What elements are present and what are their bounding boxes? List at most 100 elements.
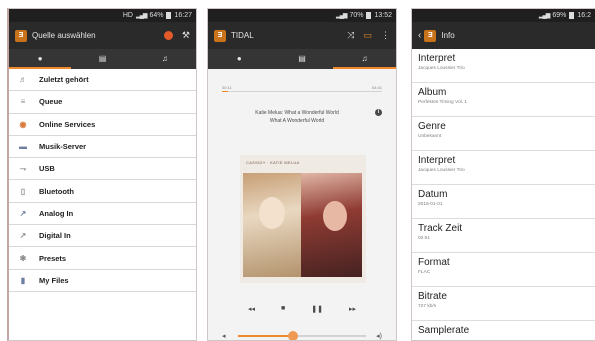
tab-list[interactable]: ▤ — [271, 49, 334, 69]
my-files-icon: ▮ — [20, 275, 26, 285]
menu-item-label: Queue — [39, 97, 63, 107]
menu-item-presets[interactable]: ✱ Presets — [9, 247, 196, 270]
menu-item-online-services[interactable]: ◉ Online Services — [9, 114, 196, 136]
home-icon: ● — [236, 53, 242, 63]
info-value: 02:51 — [418, 236, 431, 241]
tab-list[interactable]: ▤ — [71, 49, 133, 69]
status-bar: HD ▂▄▆ 64% 16:27 — [9, 9, 196, 22]
signal-icon: ▂▄▆ — [538, 13, 551, 19]
bluetooth-icon: ▯ — [20, 186, 26, 196]
next-icon[interactable]: ▸▸ — [349, 305, 356, 313]
info-item[interactable]: Samplerate — [412, 321, 595, 340]
menu-item-my-files[interactable]: ▮ My Files — [9, 270, 196, 292]
battery-percent: 64% — [149, 12, 164, 19]
network-label: HD — [122, 12, 133, 19]
pause-icon[interactable]: ❚❚ — [311, 305, 323, 313]
stop-icon[interactable]: ■ — [281, 305, 285, 313]
app-logo-icon[interactable]: Ǝ — [214, 29, 226, 42]
music-note-icon: ♫ — [361, 53, 368, 63]
shuffle-icon[interactable]: ⤨ — [347, 30, 354, 41]
tab-music[interactable]: ♫ — [333, 49, 396, 69]
cover-header-text: CASSIDY · KATIE MELUA — [246, 160, 300, 165]
tab-home[interactable]: ● — [9, 49, 72, 69]
volume-thumb[interactable] — [287, 331, 298, 340]
source-menu: ♬ Zuletzt gehört ≡ Queue ◉ Online Services ▬ Mu… — [9, 69, 196, 292]
app-bar: ‹ Ǝ Info — [412, 22, 595, 49]
info-value: FLAC — [418, 270, 431, 275]
phone-source-select: HD ▂▄▆ 64% 16:27 Ǝ Quelle auswählen ⚒ ● … — [7, 8, 197, 341]
info-icon[interactable]: i — [375, 109, 382, 116]
menu-item-queue[interactable]: ≡ Queue — [9, 91, 196, 114]
cast-icon[interactable]: ▭ — [363, 30, 372, 41]
status-bar: ▂▄▆ 70% 13:52 — [208, 9, 396, 22]
progress-times: 00:11 04:41 — [222, 85, 382, 90]
app-logo-icon[interactable]: Ǝ — [15, 29, 27, 42]
progress-fill — [222, 91, 229, 92]
cover-face-right — [323, 201, 347, 231]
online-services-icon: ◉ — [19, 119, 27, 129]
info-label: Bitrate — [418, 291, 447, 302]
info-value: 2015-01-01 — [418, 202, 443, 207]
music-note-icon: ♫ — [161, 53, 168, 63]
menu-item-analog-in[interactable]: ↗ Analog In — [9, 203, 196, 226]
queue-icon: ≡ — [20, 97, 26, 107]
info-item[interactable]: Format FLAC — [412, 253, 595, 287]
info-value: Jacques Loussier Trio — [418, 66, 465, 71]
info-item[interactable]: Datum 2015-01-01 — [412, 185, 595, 219]
tab-music[interactable]: ♫ — [134, 49, 196, 69]
menu-item-digital-in[interactable]: ↗ Digital In — [9, 225, 196, 248]
track-line-1: Katie Melua: What a Wonderful World — [255, 110, 339, 116]
menu-item-musik-server[interactable]: ▬ Musik-Server — [9, 136, 196, 159]
info-item[interactable]: Interpret Jacques Loussier Trio — [412, 151, 595, 185]
volume-low-icon[interactable]: ◂ — [222, 332, 226, 340]
cover-face-left — [259, 197, 285, 229]
menu-item-label: Zuletzt gehört — [39, 75, 89, 85]
menu-item-bluetooth[interactable]: ▯ Bluetooth — [9, 180, 196, 203]
digital-in-icon: ↗ — [19, 231, 27, 241]
info-item[interactable]: Interpret Jacques Loussier Trio — [412, 49, 595, 83]
app-bar-title: Quelle auswählen — [32, 31, 96, 40]
app-bar-title: TIDAL — [231, 31, 254, 40]
battery-icon — [569, 12, 575, 19]
info-value: 727 kb/s — [418, 304, 437, 309]
battery-icon — [166, 12, 172, 19]
clock: 16:2 — [577, 12, 591, 19]
progress-bar[interactable] — [222, 91, 382, 92]
menu-item-label: My Files — [39, 275, 69, 285]
playback-controls: ◂◂ ■ ❚❚ ▸▸ — [248, 305, 356, 313]
previous-icon[interactable]: ◂◂ — [248, 305, 255, 313]
tab-home[interactable]: ● — [208, 49, 271, 69]
volume-control: ◂ ◂) — [222, 331, 382, 340]
menu-item-zuletzt-geh-rt[interactable]: ♬ Zuletzt gehört — [9, 69, 196, 92]
more-icon[interactable]: ⋮ — [381, 30, 390, 41]
album-cover: CASSIDY · KATIE MELUA — [240, 155, 366, 283]
list-icon: ▤ — [98, 53, 107, 63]
record-icon[interactable] — [163, 31, 173, 40]
volume-high-icon[interactable]: ◂) — [376, 332, 382, 340]
battery-percent: 69% — [552, 12, 567, 19]
info-label: Datum — [418, 189, 448, 200]
app-bar-title: Info — [441, 31, 455, 40]
tools-icon[interactable]: ⚒ — [182, 30, 190, 41]
info-label: Track Zeit — [418, 223, 463, 234]
info-label: Format — [418, 257, 450, 268]
menu-item-usb[interactable]: ⇁ USB — [9, 158, 196, 181]
info-value: Jacques Loussier Trio — [418, 168, 465, 173]
track-title: Katie Melua: What a Wonderful World What… — [208, 109, 386, 125]
back-icon[interactable]: ‹ — [418, 30, 421, 41]
info-item[interactable]: Track Zeit 02:51 — [412, 219, 595, 253]
info-item[interactable]: Bitrate 727 kb/s — [412, 287, 595, 321]
track-line-2: What A Wonderful World — [269, 118, 325, 124]
signal-icon: ▂▄▆ — [135, 13, 148, 19]
info-value: Unbekannt — [418, 134, 442, 139]
clock: 16:27 — [174, 12, 192, 19]
info-item[interactable]: Genre Unbekannt — [412, 117, 595, 151]
app-logo-icon[interactable]: Ǝ — [424, 29, 437, 42]
home-icon: ● — [37, 53, 43, 63]
phone-player: ▂▄▆ 70% 13:52 Ǝ TIDAL ⤨ ▭ ⋮ ● ▤ ♫ 00:11 … — [207, 8, 397, 341]
menu-item-label: Analog In — [39, 208, 74, 218]
info-label: Interpret — [418, 155, 456, 166]
info-label: Interpret — [418, 53, 456, 64]
app-bar: Ǝ TIDAL ⤨ ▭ ⋮ — [208, 22, 396, 49]
info-item[interactable]: Album Perfektes Timing Vol. 1 — [412, 83, 595, 117]
